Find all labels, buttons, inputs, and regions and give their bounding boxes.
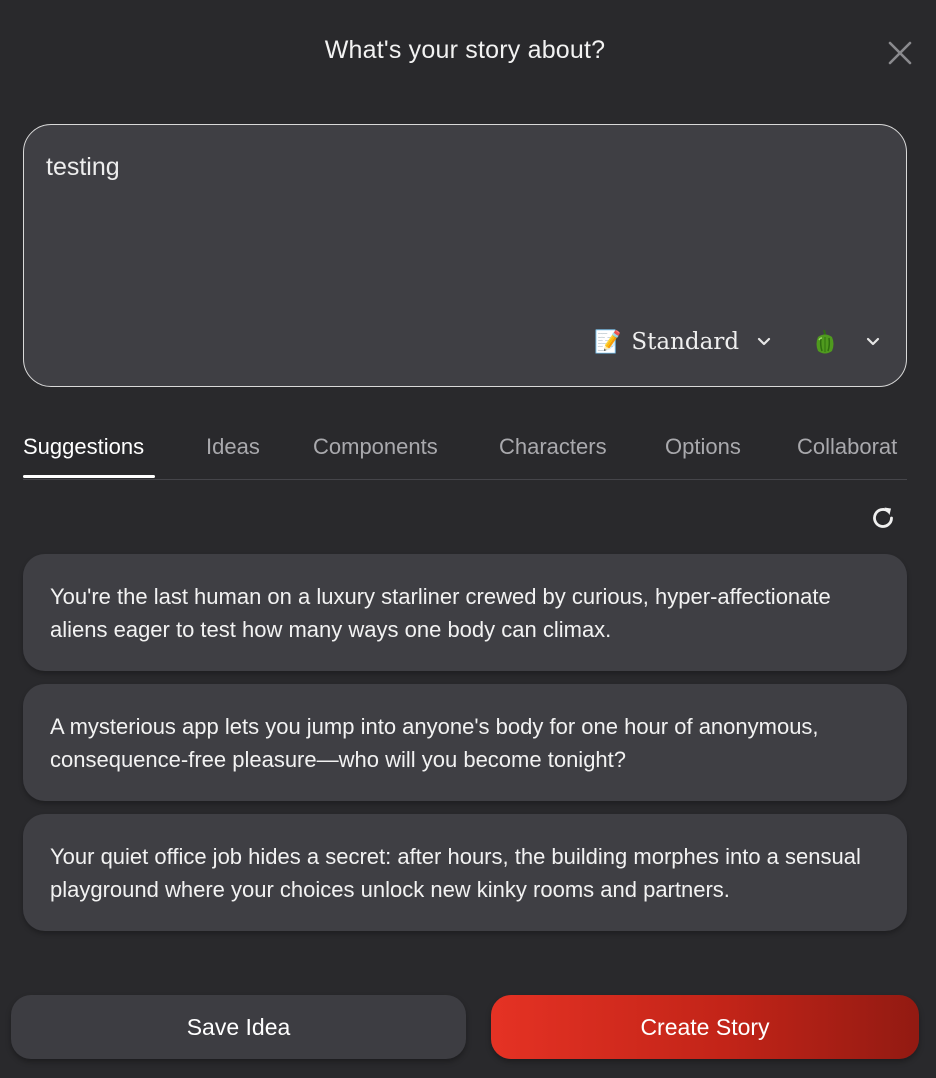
style-label: Standard [631,329,740,355]
chevron-down-icon [866,337,880,346]
tab-suggestions[interactable]: Suggestions [23,434,144,460]
refresh-button[interactable] [868,503,898,533]
story-prompt-input[interactable] [46,153,884,182]
close-button[interactable] [884,37,916,69]
tab-collaborate[interactable]: Collaborat [797,434,897,460]
tab-bar: Suggestions Ideas Components Characters … [23,420,907,480]
tab-options[interactable]: Options [665,434,741,460]
tab-ideas[interactable]: Ideas [206,434,260,460]
tab-characters[interactable]: Characters [499,434,607,460]
suggestion-card[interactable]: A mysterious app lets you jump into anyo… [23,684,907,801]
dialog-title: What's your story about? [324,36,606,64]
chevron-down-icon [757,337,771,346]
heat-dropdown[interactable] [814,325,880,359]
story-prompt-box: 📝 Standard [23,124,907,387]
memo-icon: 📝 [594,329,622,355]
suggestion-card[interactable]: Your quiet office job hides a secret: af… [23,814,907,931]
suggestion-card[interactable]: You're the last human on a luxury starli… [23,554,907,671]
save-idea-button[interactable]: Save Idea [11,995,466,1059]
active-tab-indicator [23,475,155,478]
close-icon [888,41,912,65]
refresh-icon [873,507,893,528]
tab-components[interactable]: Components [313,434,438,460]
green-pepper-icon [816,329,834,354]
style-dropdown[interactable]: 📝 Standard [594,325,771,359]
create-story-button[interactable]: Create Story [491,995,919,1059]
